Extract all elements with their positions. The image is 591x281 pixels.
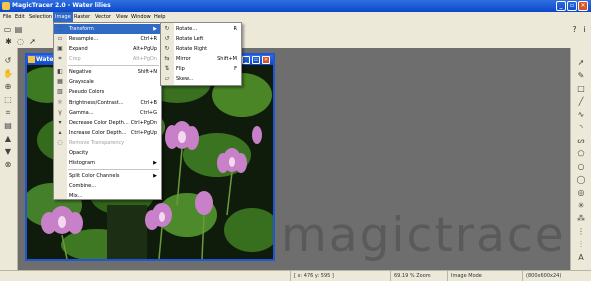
menu-item-mix[interactable]: Mix... (54, 191, 161, 201)
menu-window[interactable]: Window (129, 12, 153, 22)
menu-item-pseudo-colors[interactable]: ▧ Pseudo Colors (54, 87, 161, 97)
menu-item-skew[interactable]: ▱ Skew... (161, 74, 241, 84)
decrease-depth-icon: ▾ (58, 119, 62, 126)
menu-item-expand[interactable]: ▣ Expand Alt+PgUp (54, 44, 161, 54)
menu-item-combine[interactable]: Combine... (54, 181, 161, 191)
magic-wand-icon[interactable]: ✱ (4, 37, 13, 46)
help-icon[interactable]: ? (570, 25, 579, 34)
close-button[interactable]: ✕ (578, 1, 588, 11)
select-rect-icon[interactable]: ⬚ (3, 95, 13, 105)
menu-item-histogram[interactable]: Histogram ▶ (54, 158, 161, 168)
resample-icon: ▫ (57, 35, 63, 42)
app-icon (2, 2, 10, 10)
rotate-left-icon: ↺ (164, 35, 170, 42)
line-tool-icon[interactable]: ╱ (576, 97, 586, 107)
flip-icon: ⇅ (164, 65, 170, 72)
pseudo-colors-icon: ▧ (57, 88, 63, 95)
nodes-tool-icon[interactable]: ⁂ (576, 214, 586, 224)
increase-depth-icon: ▴ (58, 129, 62, 136)
doc-minimize-button[interactable]: _ (242, 56, 250, 64)
menu-selection[interactable]: Selection (27, 12, 54, 22)
minimize-button[interactable]: _ (556, 1, 566, 11)
bezier-tool-icon[interactable]: ᔕ (576, 136, 586, 146)
menu-item-mirror[interactable]: ⇆ Mirror Shift+M (161, 54, 241, 64)
grayscale-icon: ▦ (57, 78, 63, 85)
menu-item-crop: ⌗ Crop Alt+PgDn (54, 54, 161, 64)
menu-edit[interactable]: Edit (13, 12, 27, 22)
crop-tool-icon[interactable]: ⌗ (3, 108, 13, 118)
transform-icon: ⬚ (57, 25, 63, 32)
brightness-icon: ☼ (57, 99, 63, 106)
zoom-icon[interactable]: ⊕ (3, 82, 13, 92)
skew-icon: ▱ (164, 75, 170, 82)
menu-item-grayscale[interactable]: ▦ Grayscale (54, 77, 161, 87)
menu-item-flip[interactable]: ⇅ Flip F (161, 64, 241, 74)
negative-icon: ◧ (57, 68, 63, 75)
text-tool-icon[interactable]: A (576, 253, 586, 263)
maximize-button[interactable]: ▫ (567, 1, 577, 11)
star-tool-icon[interactable]: ✳ (576, 201, 586, 211)
menu-raster[interactable]: Raster (72, 12, 92, 22)
doc-close-button[interactable]: ✕ (262, 56, 270, 64)
menu-item-resample[interactable]: ▫ Resample... Ctrl+R (54, 34, 161, 44)
rectangle-tool-icon[interactable]: □ (576, 84, 586, 94)
undo-icon[interactable]: ↺ (3, 56, 13, 66)
align-tool-icon[interactable]: ⫶ (576, 240, 586, 250)
menu-item-gamma[interactable]: γ Gamma... Ctrl+G (54, 108, 161, 118)
rotate-icon: ↻ (164, 25, 170, 32)
expand-icon: ▣ (57, 45, 63, 52)
left-toolbox: ↺ ✋ ⊕ ⬚ ⌗ ▤ ▲ ▼ ⊗ (0, 48, 18, 270)
menu-vector[interactable]: Vector (93, 12, 113, 22)
menu-image[interactable]: Image (53, 12, 73, 22)
arrow-tool-icon[interactable]: ➚ (576, 58, 586, 68)
grid-tool-icon[interactable]: ⋮ (576, 227, 586, 237)
mirror-icon: ⇆ (164, 55, 170, 62)
menu-item-rotate-right[interactable]: ↻ Rotate Right (161, 44, 241, 54)
app-titlebar: MagicTracer 2.0 - Water lilies _ ▫ ✕ (0, 0, 591, 12)
curve-tool-icon[interactable]: ∿ (576, 110, 586, 120)
menu-item-rotate[interactable]: ↻ Rotate... R (161, 24, 241, 34)
menu-item-rotate-left[interactable]: ↺ Rotate Left (161, 34, 241, 44)
menu-item-negative[interactable]: ◧ Negative Shift+N (54, 67, 161, 77)
circle-tool-icon[interactable]: ◯ (576, 175, 586, 185)
lasso-icon[interactable]: ◌ (16, 37, 25, 46)
menu-item-transform[interactable]: ⬚ Transform ▶ (54, 24, 161, 34)
image-menu: ⬚ Transform ▶ ▫ Resample... Ctrl+R ▣ Expan… (53, 22, 162, 200)
menu-item-remove-transparency: ◌ Remove Transparency (57, 139, 125, 146)
menu-item-split-channels[interactable]: Split Color Channels ▶ (54, 171, 161, 181)
info-icon[interactable]: i (580, 25, 589, 34)
menu-item-increase-depth[interactable]: ▴ Increase Color Depth... Ctrl+PgUp (54, 128, 161, 138)
new-file-icon[interactable]: ▭ (3, 25, 12, 34)
layers-icon[interactable]: ▤ (3, 121, 13, 131)
crop-icon: ⌗ (58, 55, 62, 62)
pointer-icon[interactable]: ➚ (28, 37, 37, 46)
statusbar: [ x: 476 y: 595 ] 69.19 % Zoom Image Mod… (0, 270, 591, 281)
menu-item-decrease-depth[interactable]: ▾ Decrease Color Depth... Ctrl+PgDn (54, 118, 161, 128)
stop-icon[interactable]: ⊗ (3, 160, 13, 170)
fill-icon[interactable]: ▲ (3, 134, 13, 144)
remove-transparency-icon: ◌ (57, 139, 63, 146)
ring-tool-icon[interactable]: ◎ (576, 188, 586, 198)
hand-icon[interactable]: ✋ (3, 69, 13, 79)
polygon-tool-icon[interactable]: ⬠ (576, 149, 586, 159)
gamma-icon: γ (58, 109, 62, 116)
layer-down-icon[interactable]: ▼ (3, 147, 13, 157)
node-tool-icon[interactable]: ✎ (576, 71, 586, 81)
document-icon (28, 56, 35, 63)
menu-help[interactable]: Help (152, 12, 167, 22)
doc-maximize-button[interactable]: ▫ (252, 56, 260, 64)
menubar: File Edit Selection Image Raster Vector … (0, 12, 591, 22)
ellipse-tool-icon[interactable]: ○ (576, 162, 586, 172)
watermark: magictracer (281, 208, 570, 263)
menu-item-opacity[interactable]: Opacity (54, 148, 161, 158)
arc-tool-icon[interactable]: ◝ (576, 123, 586, 133)
rotate-right-icon: ↻ (164, 45, 170, 52)
menu-file[interactable]: File (1, 12, 13, 22)
right-toolbox: ➚ ✎ □ ╱ ∿ ◝ ᔕ ⬠ ○ ◯ ◎ ✳ ⁂ ⋮ ⫶ A (570, 48, 591, 270)
menu-item-brightness[interactable]: ☼ Brightness/Contrast... Ctrl+B (54, 98, 161, 108)
open-folder-icon[interactable]: ▤ (14, 25, 23, 34)
window-title: MagicTracer 2.0 - Water lilies (12, 2, 111, 9)
menu-view[interactable]: View (114, 12, 130, 22)
transform-submenu: ↻ Rotate... R ↺ Rotate Left ↻ Rotate Righ… (160, 22, 242, 86)
